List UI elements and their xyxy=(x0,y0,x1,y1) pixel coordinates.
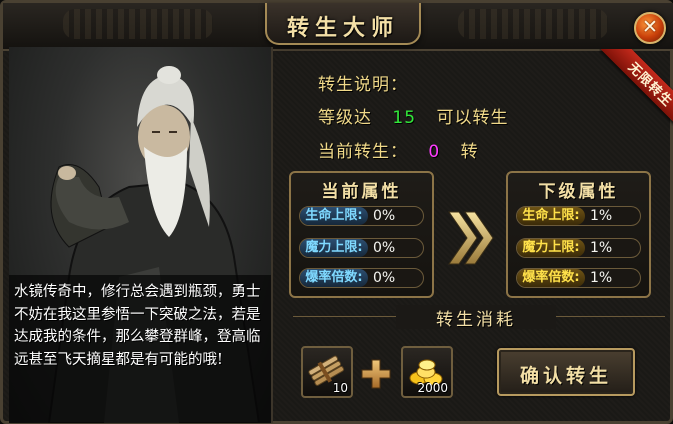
next-mp-label: 魔力上限: xyxy=(517,239,585,257)
ribbon-label: 无限转生 xyxy=(624,59,673,111)
next-droprate-value: 1% xyxy=(590,270,613,286)
current-droprate-row: 爆率倍数: 0% xyxy=(299,268,424,288)
current-hp-value: 0% xyxy=(373,208,396,224)
dragon-ornament-left xyxy=(63,9,213,39)
scroll-quantity: 10 xyxy=(332,381,348,395)
current-mp-value: 0% xyxy=(373,240,396,256)
double-chevron-right-icon xyxy=(448,211,494,265)
window-title: 转生大师 xyxy=(286,16,399,41)
rebirth-info-heading: 转生说明： xyxy=(318,75,408,95)
next-mp-value: 1% xyxy=(590,240,613,256)
npc-dialog-box: 水镜传奇中，修行总会遇到瓶颈，勇士不妨在我这里参悟一下突破之法，若是达成我的条件… xyxy=(9,275,271,423)
close-button[interactable]: ✕ xyxy=(634,12,666,44)
cost-heading: 转生消耗 xyxy=(396,305,556,330)
current-attributes-heading: 当前属性 xyxy=(321,182,402,202)
current-rebirth-line: 当前转生： 0 转 xyxy=(318,137,479,162)
current-droprate-label: 爆率倍数: xyxy=(300,269,368,287)
level-required-value: 15 xyxy=(392,108,417,128)
current-mp-row: 魔力上限: 0% xyxy=(299,238,424,258)
current-droprate-value: 0% xyxy=(373,270,396,286)
npc-portrait: 水镜传奇中，修行总会遇到瓶颈，勇士不妨在我这里参悟一下突破之法，若是达成我的条件… xyxy=(9,47,273,423)
confirm-rebirth-label: 确认转生 xyxy=(519,365,612,387)
next-hp-value: 1% xyxy=(590,208,613,224)
current-rebirth-suffix: 转 xyxy=(460,142,479,162)
item-slot-scroll[interactable]: 10 xyxy=(301,346,353,398)
unlimited-rebirth-ribbon: 无限转生 xyxy=(599,49,673,126)
close-icon: ✕ xyxy=(642,16,658,38)
next-mp-row: 魔力上限: 1% xyxy=(516,238,641,258)
current-hp-row: 生命上限: 0% xyxy=(299,206,424,226)
confirm-rebirth-button[interactable]: 确认转生 xyxy=(497,348,635,396)
dragon-ornament-right xyxy=(458,9,608,39)
next-attributes-heading: 下级属性 xyxy=(538,182,619,202)
gold-quantity: 2000 xyxy=(417,381,448,395)
next-attributes-panel: 下级属性 生命上限: 1% 魔力上限: 1% 爆率倍数: 1% xyxy=(506,171,651,298)
level-prefix: 等级达 xyxy=(318,108,372,128)
npc-story-text: 水镜传奇中，修行总会遇到瓶颈，勇士不妨在我这里参悟一下突破之法，若是达成我的条件… xyxy=(14,284,261,368)
next-droprate-label: 爆率倍数: xyxy=(517,269,585,287)
rebirth-master-window: 转生大师 ✕ 水镜传奇中，修行总会遇到瓶颈，勇士不妨在我这里参悟一下突破之法，若… xyxy=(0,0,673,424)
ribbon-band: 无限转生 xyxy=(600,49,673,126)
level-suffix: 可以转生 xyxy=(436,108,509,128)
plus-icon xyxy=(361,359,391,389)
current-rebirth-value: 0 xyxy=(428,142,441,162)
title-plate: 转生大师 xyxy=(265,3,421,45)
next-droprate-row: 爆率倍数: 1% xyxy=(516,268,641,288)
level-requirement-line: 等级达 15 可以转生 xyxy=(318,103,508,128)
current-attributes-panel: 当前属性 生命上限: 0% 魔力上限: 0% 爆率倍数: 0% xyxy=(289,171,434,298)
current-rebirth-prefix: 当前转生： xyxy=(318,142,408,162)
current-hp-label: 生命上限: xyxy=(300,207,368,225)
item-slot-gold[interactable]: 2000 xyxy=(401,346,453,398)
next-hp-label: 生命上限: xyxy=(517,207,585,225)
next-hp-row: 生命上限: 1% xyxy=(516,206,641,226)
current-mp-label: 魔力上限: xyxy=(300,239,368,257)
